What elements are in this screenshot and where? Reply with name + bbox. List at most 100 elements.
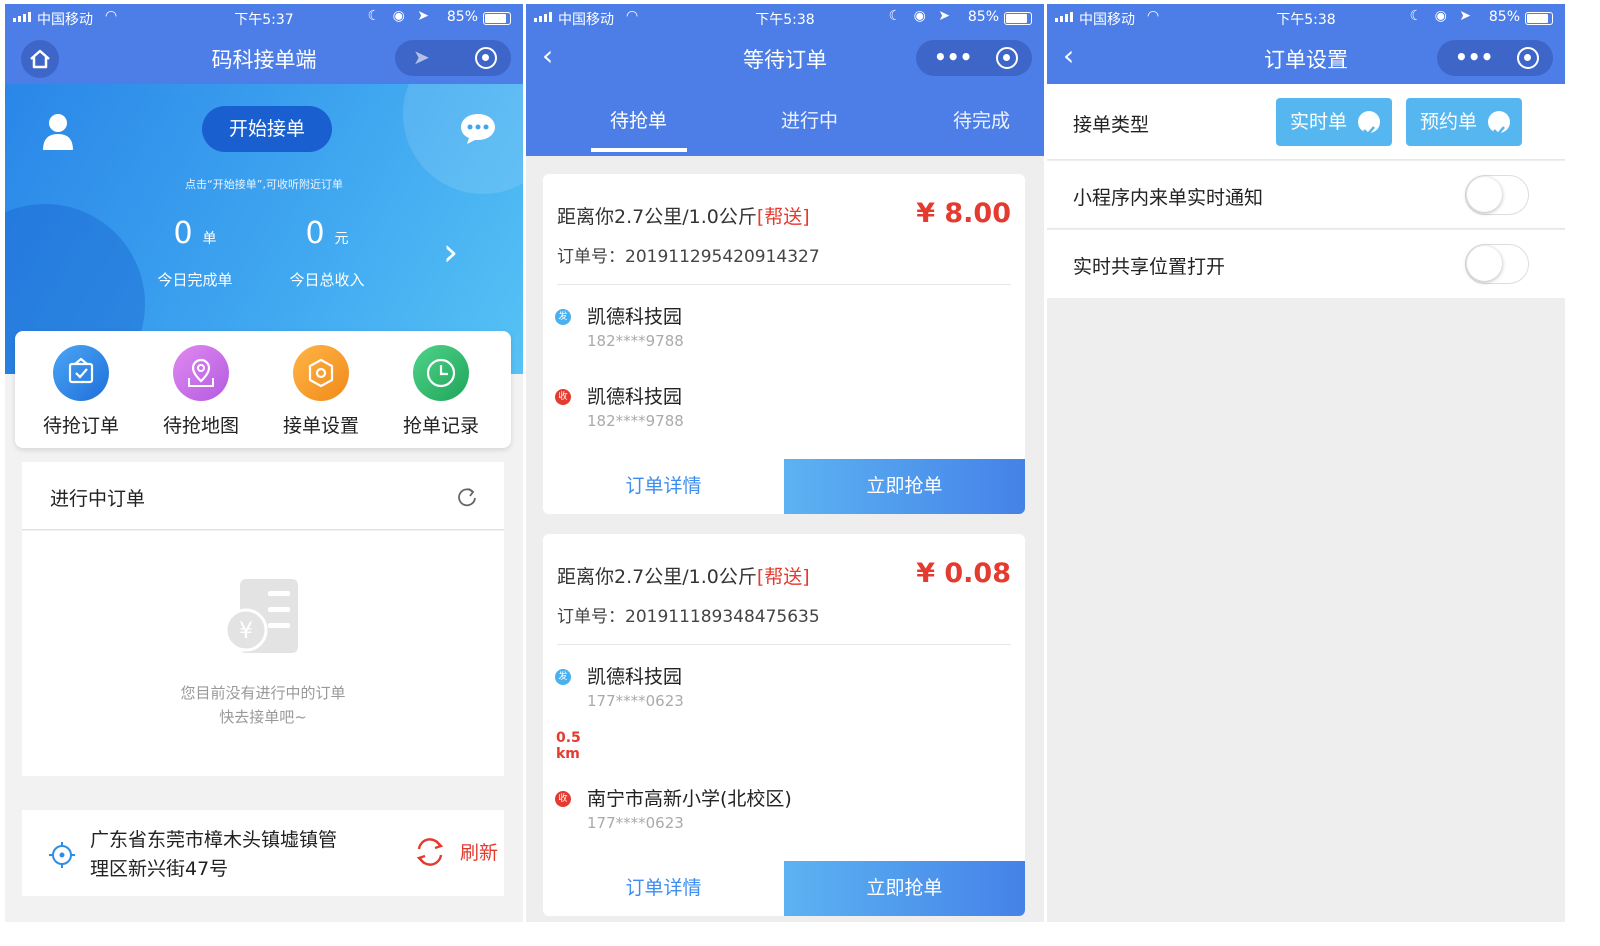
order-detail-button[interactable]: 订单详情 [543,459,784,514]
nav-bar: ‹ 订单设置 ••• [1047,32,1565,84]
status-bar: 中国移动 ◠ 下午5:37 ☾ ◉ ➤ 85% [5,4,523,32]
map-pin-icon [173,345,229,401]
empty-orders-icon: ¥ [224,579,298,653]
clock: 下午5:38 [755,12,815,28]
check-circle-icon [1358,111,1380,136]
start-accepting-button[interactable]: 开始接单 [202,106,332,152]
empty-message: 您目前没有进行中的订单 [180,684,346,702]
order-price: ¥ 0.08 [916,558,1011,589]
quick-action-map[interactable]: 待抢地图 [151,345,251,438]
close-target-icon[interactable] [475,47,497,69]
order-actions: 订单详情 立即抢单 [543,459,1025,514]
refresh-icon[interactable] [456,486,478,508]
order-type-realtime[interactable]: 实时单 [1276,98,1392,146]
crosshair-icon [49,842,75,868]
order-tag: [帮送] [756,206,810,228]
order-tabs: 待抢单 进行中 待完成 [526,84,1044,156]
order-type-option: 预约单 [1420,111,1478,133]
order-card: 距离你2.7公里/1.0公斤[帮送] ¥ 0.08 订单号：2019111893… [543,534,1025,916]
tab-in-progress[interactable]: 进行中 [781,106,838,133]
tab-pending[interactable]: 待抢单 [610,106,667,133]
order-price: ¥ 8.00 [916,198,1011,229]
address-line: 广东省东莞市樟木头镇墟镇管 [90,829,338,851]
settings-hex-icon [293,345,349,401]
stat-unit: 元 [334,231,349,247]
sender-place: 凯德科技园 [587,666,683,688]
close-target-icon[interactable] [996,47,1018,69]
quick-action-settings[interactable]: 接单设置 [271,345,371,438]
more-dots-icon[interactable]: ••• [934,45,972,69]
quick-actions: 待抢订单 待抢地图 接单设置 抢单记录 [15,331,511,448]
location-arrow-icon[interactable]: ➤ [413,45,430,69]
km-value: 0.5 [556,730,581,746]
address-line: 理区新兴街47号 [90,858,229,880]
check-circle-icon [1488,111,1510,136]
notify-row: 小程序内来单实时通知 [1047,161,1565,229]
order-number: 订单号：201911295420914327 [557,247,820,267]
order-distance: 距离你2.7公里/1.0公斤[帮送] [557,202,810,229]
clock-icon [413,345,469,401]
distance-text: 距离你2.7公里/1.0公斤 [557,206,757,228]
grab-order-button[interactable]: 立即抢单 [784,459,1025,514]
settings-screen: 中国移动 ◠ 下午5:38 ☾ ◉ ➤ 85% ‹ 订单设置 ••• 接单类型 … [1047,4,1565,922]
order-check-icon [53,345,109,401]
capsule-menu[interactable]: ➤ [395,40,511,76]
order-card: 距离你2.7公里/1.0公斤[帮送] ¥ 8.00 订单号：2019112954… [543,174,1025,514]
stat-value: 0 [173,216,193,251]
close-target-icon[interactable] [1517,47,1539,69]
user-icon[interactable] [41,112,75,152]
clock: 下午5:38 [1276,12,1336,28]
receiver-badge: 收 [555,389,571,405]
capsule-menu[interactable]: ••• [916,40,1032,76]
distance-text: 距离你2.7公里/1.0公斤 [557,566,757,588]
divider [557,284,1011,285]
home-screen: 中国移动 ◠ 下午5:37 ☾ ◉ ➤ 85% 码科接单端 ➤ 开始接单 点击“… [5,4,523,922]
more-dots-icon[interactable]: ••• [1455,45,1493,69]
sender-badge: 发 [555,669,571,685]
quick-action-history[interactable]: 抢单记录 [391,345,491,438]
status-bar: 中国移动 ◠ 下午5:38 ☾ ◉ ➤ 85% [526,4,1044,32]
notify-label: 小程序内来单实时通知 [1073,187,1264,209]
in-progress-header: 进行中订单 [22,462,504,530]
stat-value: 0 [305,216,325,251]
refresh-label: 刷新 [459,842,498,864]
sender-phone: 182****9788 [587,332,684,350]
refresh-cycle-icon [416,838,444,866]
battery-icon [1004,12,1032,25]
notify-toggle[interactable] [1465,175,1529,215]
battery-percent: 85% [1488,9,1520,25]
battery-percent: 85% [967,9,999,25]
refresh-location-button[interactable]: 刷新 [416,838,498,866]
order-type-reservation[interactable]: 预约单 [1406,98,1522,146]
receiver-place: 南宁市高新小学(北校区) [587,788,792,810]
current-address: 广东省东莞市樟木头镇墟镇管 理区新兴街47号 [90,826,337,884]
share-location-label: 实时共享位置打开 [1073,256,1226,278]
stat-income: 0元 今日总收入 [277,216,377,290]
section-title: 进行中订单 [50,488,146,510]
quick-action-label: 接单设置 [282,415,359,437]
chevron-right-icon[interactable]: › [443,230,458,274]
grab-order-button[interactable]: 立即抢单 [784,861,1025,916]
stat-label: 今日总收入 [289,271,365,289]
receiver-badge: 收 [555,791,571,807]
tab-to-complete[interactable]: 待完成 [953,106,1010,133]
capsule-menu[interactable]: ••• [1437,40,1553,76]
battery-percent: 85% [446,9,478,25]
location-card: 广东省东莞市樟木头镇墟镇管 理区新兴街47号 刷新 [22,810,504,896]
order-distance: 距离你2.7公里/1.0公斤[帮送] [557,562,810,589]
status-icons: ☾ ◉ ➤ [1409,8,1475,24]
stat-unit: 单 [202,231,217,247]
status-icons: ☾ ◉ ➤ [367,8,433,24]
order-detail-button[interactable]: 订单详情 [543,861,784,916]
quick-action-pending-orders[interactable]: 待抢订单 [31,345,131,438]
quick-action-label: 抢单记录 [402,415,479,437]
order-type-option: 实时单 [1290,111,1348,133]
share-location-toggle[interactable] [1465,244,1529,284]
svg-text:¥: ¥ [239,619,253,644]
nav-bar: ‹ 等待订单 ••• [526,32,1044,84]
battery-icon [1525,12,1553,25]
nav-bar: 码科接单端 ➤ [5,32,523,84]
order-actions: 订单详情 立即抢单 [543,861,1025,916]
message-icon[interactable] [459,112,497,146]
active-tab-indicator [591,148,687,152]
